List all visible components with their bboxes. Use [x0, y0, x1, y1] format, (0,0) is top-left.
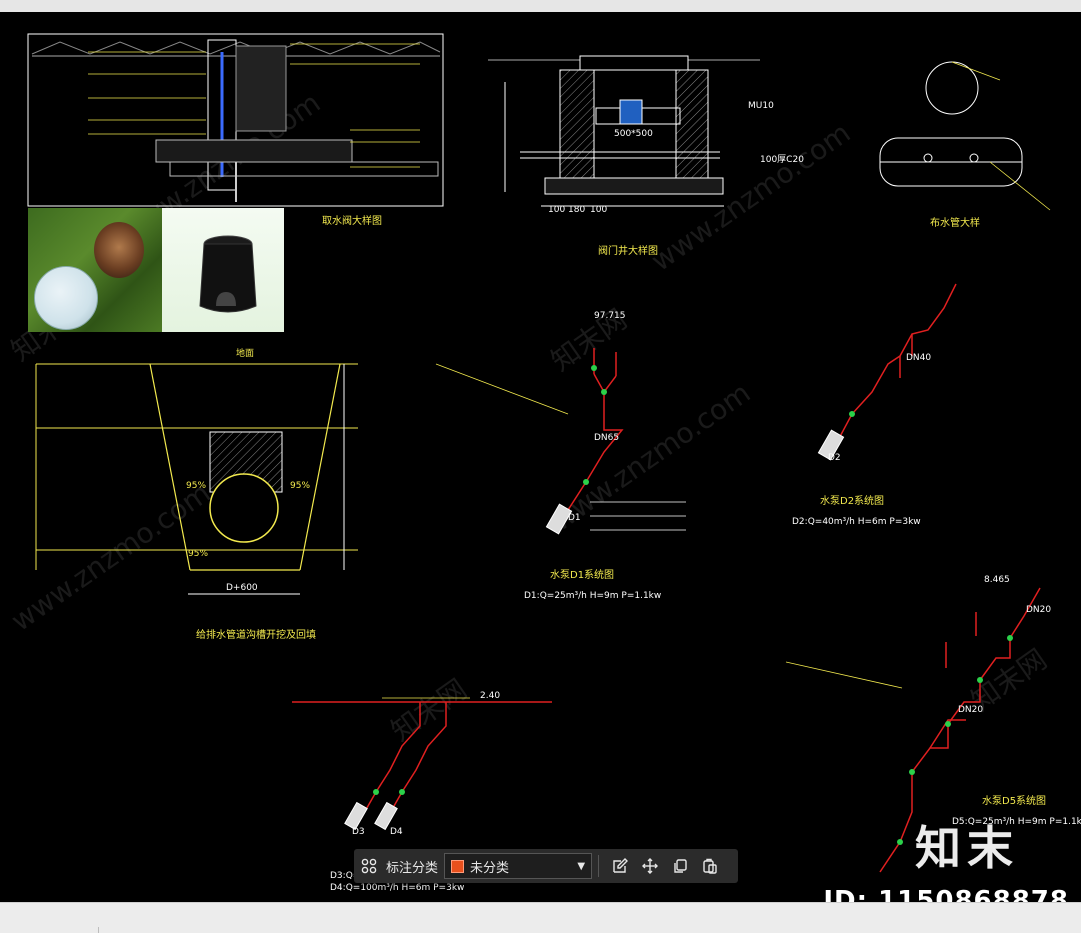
d5-dn20: DN20 [1026, 605, 1051, 615]
annotation-category-label: 标注分类 [386, 860, 439, 876]
brand-logo: 知末 [915, 821, 1019, 875]
cad-drawing-canvas[interactable]: www.znzmo.com www.znzmo.com www.znzmo.co… [0, 12, 1081, 902]
pipe-detail-title: 布水管大样 [930, 216, 980, 229]
cad-drawing: www.znzmo.com www.znzmo.com www.znzmo.co… [5, 33, 1081, 893]
valve-detail-drawing [27, 33, 444, 207]
valve-box-photo [28, 208, 284, 332]
watermark-layer: www.znzmo.com www.znzmo.com www.znzmo.co… [5, 86, 1053, 748]
category-select[interactable]: 未分类 ▼ [444, 853, 593, 879]
copy-icon[interactable] [665, 849, 695, 883]
d2-system-drawing [817, 283, 957, 461]
chevron-down-icon: ▼ [577, 860, 586, 872]
valve-lid-photo [34, 266, 98, 330]
trench-width-dim: D+600 [226, 583, 258, 593]
valve-detail-title: 取水阀大样图 [322, 214, 382, 227]
well-dim-100: 100 [548, 205, 565, 215]
watermark-text: www.znzmo.com [5, 476, 216, 638]
bottom-window-strip [0, 902, 1081, 933]
image-id-label: ID: 1150868878 [823, 886, 1069, 902]
d5-title: 水泵D5系统图 [982, 794, 1046, 807]
valve-box-product-icon [199, 235, 257, 313]
d5-dn20b: DN20 [958, 705, 983, 715]
d2-label: D2 [828, 453, 841, 463]
paste-icon[interactable] [695, 849, 725, 883]
valve-in-ground-photo [94, 222, 144, 278]
well-c20-label: 100厚C20 [760, 154, 804, 165]
d2-dn40: DN40 [906, 353, 931, 363]
d1-title: 水泵D1系统图 [550, 568, 614, 581]
d1-dn65: DN65 [594, 433, 619, 443]
trench-95-right: 95% [290, 481, 310, 491]
main-elevation: 2.40 [480, 691, 500, 701]
d4-label: D4 [390, 827, 403, 837]
d3-label: D3 [352, 827, 365, 837]
d2-title: 水泵D2系统图 [820, 494, 884, 507]
bottom-tab[interactable] [0, 927, 99, 933]
category-color-swatch [451, 859, 465, 873]
trench-95-left: 95% [186, 481, 206, 491]
trench-ground-label: 地面 [236, 347, 254, 359]
d2-params: D2:Q=40m³/h H=6m P=3kw [792, 517, 921, 527]
grid-icon[interactable] [354, 849, 384, 883]
well-size-label: 500*500 [614, 129, 653, 139]
d1-label: D1 [568, 513, 581, 523]
well-dim-100b: 100 [590, 205, 607, 215]
watermark-text: 知末网 [385, 673, 473, 748]
category-select-value: 未分类 [470, 860, 510, 876]
trench-95-bottom: 95% [188, 549, 208, 559]
pipe-detail-drawing [879, 61, 1051, 211]
valve-well-title: 阀门井大样图 [598, 244, 658, 257]
move-icon[interactable] [635, 849, 665, 883]
well-mu10-label: MU10 [748, 101, 774, 111]
annotation-toolbar: 标注分类 未分类 ▼ [354, 849, 738, 883]
d1-params: D1:Q=25m³/h H=9m P=1.1kw [524, 591, 661, 601]
trench-title: 给排水管道沟槽开挖及回填 [196, 628, 316, 641]
d1-elevation: 97.715 [594, 311, 626, 321]
edit-icon[interactable] [605, 849, 635, 883]
d4-params: D4:Q=100m³/h H=6m P=3kw [330, 883, 464, 893]
toolbar-divider [598, 855, 600, 877]
d5-elevation: 8.465 [984, 575, 1010, 585]
well-dim-180: 180 [568, 205, 585, 215]
